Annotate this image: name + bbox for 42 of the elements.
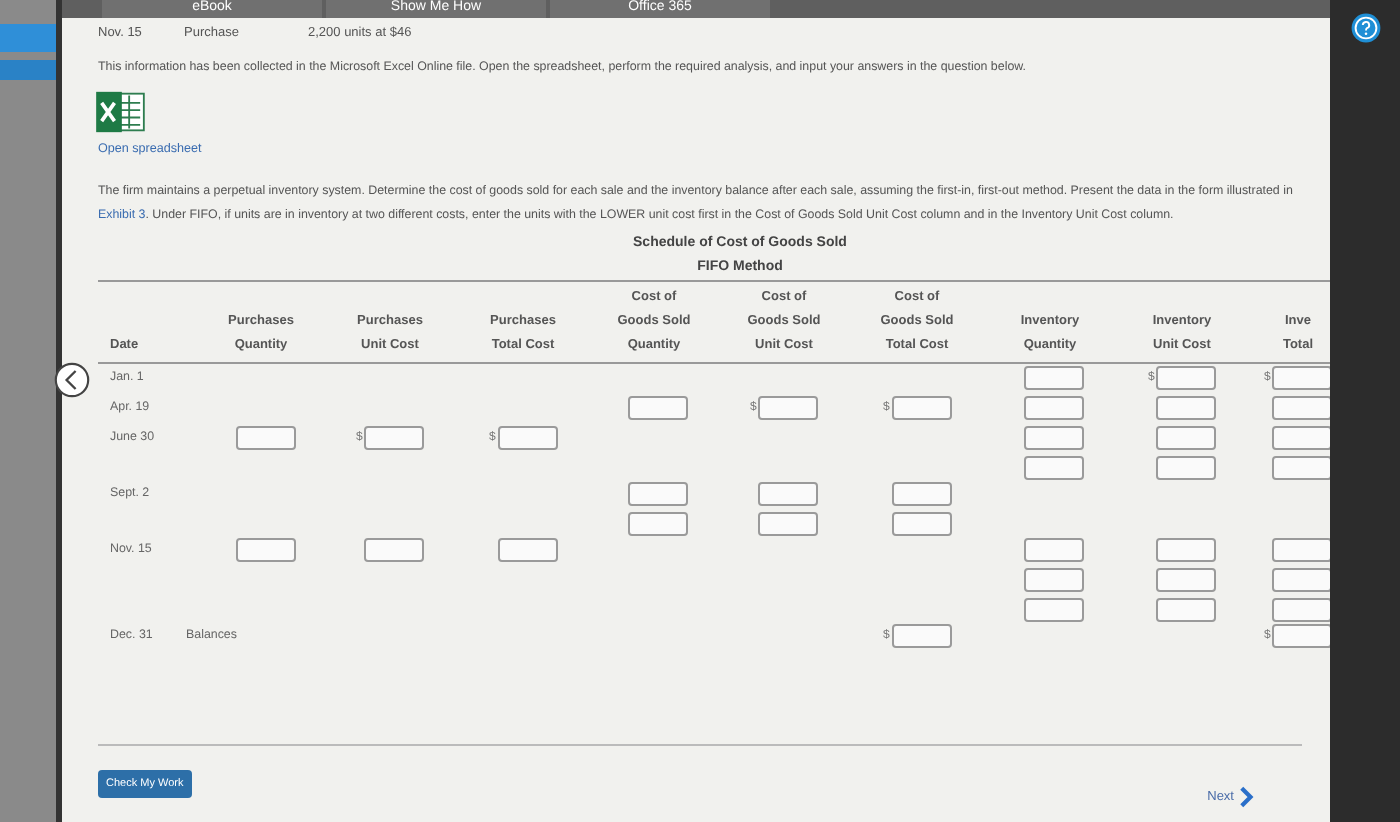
input-field[interactable] [1156,396,1216,420]
input-field[interactable] [1156,538,1216,562]
chevron-right-icon[interactable] [1240,785,1254,807]
input-field[interactable] [1272,598,1330,622]
input-field[interactable] [1024,396,1084,420]
input-field[interactable] [891,512,951,536]
help-icon[interactable] [1349,12,1381,44]
input-field[interactable] [891,396,951,420]
input-field[interactable] [1156,598,1216,622]
input-field[interactable] [1156,366,1216,390]
input-field[interactable] [891,482,951,506]
input-field[interactable] [628,512,688,536]
input-field[interactable] [1272,396,1330,420]
input-field[interactable] [1272,568,1330,592]
input-field[interactable] [1156,456,1216,480]
input-field[interactable] [235,426,295,450]
input-field[interactable] [891,624,951,648]
input-field[interactable] [1156,426,1216,450]
input-field[interactable] [628,482,688,506]
spreadsheet-icon[interactable] [94,90,146,134]
input-field[interactable] [364,426,424,450]
input-field[interactable] [364,538,424,562]
input-field[interactable] [1024,568,1084,592]
back-icon[interactable] [54,362,90,398]
input-field[interactable] [1272,366,1330,390]
input-field[interactable] [628,396,688,420]
input-field[interactable] [497,538,557,562]
input-field[interactable] [1272,426,1330,450]
input-field[interactable] [1024,456,1084,480]
input-field[interactable] [497,426,557,450]
input-field[interactable] [758,512,818,536]
input-field[interactable] [1272,538,1330,562]
input-field[interactable] [1024,538,1084,562]
input-field[interactable] [1024,598,1084,622]
input-field[interactable] [1156,568,1216,592]
input-field[interactable] [1272,456,1330,480]
input-field[interactable] [758,396,818,420]
input-field[interactable] [1024,426,1084,450]
input-field[interactable] [1024,366,1084,390]
input-field[interactable] [235,538,295,562]
input-field[interactable] [758,482,818,506]
input-field[interactable] [1272,624,1330,648]
